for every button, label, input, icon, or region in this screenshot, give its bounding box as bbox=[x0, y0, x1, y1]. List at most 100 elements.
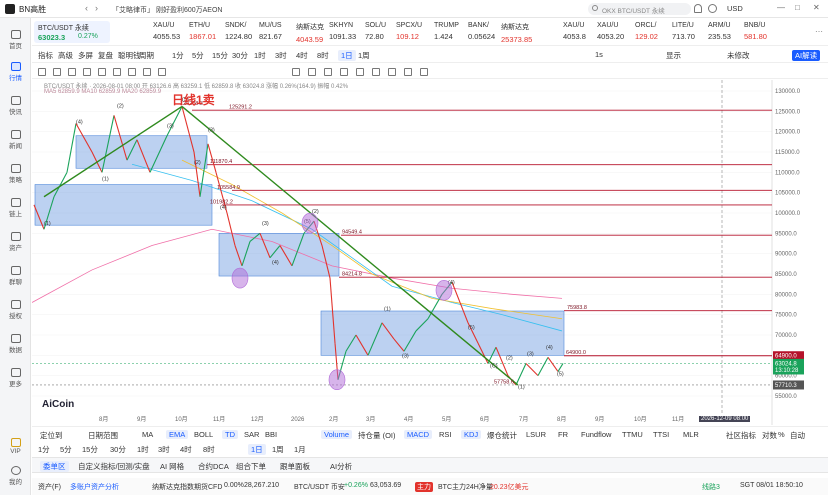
text-icon[interactable] bbox=[68, 68, 76, 76]
indicator-13[interactable]: FR bbox=[558, 430, 568, 439]
toolbar-item-5[interactable]: 周期 bbox=[139, 50, 154, 61]
indicator-3[interactable]: TD bbox=[222, 430, 238, 439]
indicator-11[interactable]: 爆仓统计 bbox=[487, 430, 517, 441]
rail-market[interactable]: 行情 bbox=[0, 62, 31, 82]
bottom-tab-3[interactable]: 合约DCA bbox=[198, 461, 229, 472]
notice-banner[interactable]: 「艾略律币」 刚好盈利600万AEON bbox=[112, 5, 222, 15]
rail-authorize[interactable]: 授权 bbox=[0, 300, 31, 320]
toolbar-item-12[interactable]: 4时 bbox=[296, 50, 308, 61]
forward-icon[interactable]: › bbox=[95, 3, 98, 13]
toolbar-item-11[interactable]: 3时 bbox=[275, 50, 287, 61]
brush-icon[interactable] bbox=[158, 68, 166, 76]
indicator-4[interactable]: SAR bbox=[244, 430, 259, 439]
toolbar-item-2[interactable]: 多屏 bbox=[78, 50, 93, 61]
bottom-tab-1[interactable]: 自定义指标/回测/实盘 bbox=[78, 461, 150, 472]
indicator-9[interactable]: RSI bbox=[439, 430, 452, 439]
redo-icon[interactable] bbox=[420, 68, 428, 76]
filter-icon[interactable] bbox=[388, 68, 396, 76]
ticker-item[interactable]: LITE/U 713.70 bbox=[672, 22, 695, 41]
bottom-tab-4[interactable]: 组合下单 bbox=[236, 461, 266, 472]
period-5[interactable]: 3时 bbox=[158, 444, 170, 455]
indicator-8[interactable]: MACD bbox=[404, 430, 433, 439]
toolbar-item-14[interactable]: 1日 bbox=[338, 50, 356, 61]
lock-icon[interactable] bbox=[324, 68, 332, 76]
ruler-icon[interactable] bbox=[292, 68, 300, 76]
price-chart[interactable]: 130000.0 125000.0 120000.0 115000.0 110000.0… bbox=[31, 80, 828, 425]
rail-assets[interactable]: 资产 bbox=[0, 232, 31, 252]
ticker-item[interactable]: BNB/U 581.80 bbox=[744, 22, 767, 41]
countdown-select[interactable]: 1s bbox=[595, 50, 603, 59]
period-2[interactable]: 15分 bbox=[82, 444, 98, 455]
main-force-text[interactable]: BTC主力24H净量 bbox=[438, 482, 493, 492]
search-input[interactable]: OKX BTC/USDT 永续 bbox=[602, 5, 665, 15]
toolbar-item-3[interactable]: 复盘 bbox=[98, 50, 113, 61]
period-3[interactable]: 30分 bbox=[110, 444, 126, 455]
undo-icon[interactable] bbox=[404, 68, 412, 76]
asset-label[interactable]: 资产(F) bbox=[38, 482, 61, 492]
rail-onchain[interactable]: 链上 bbox=[0, 198, 31, 218]
indicator-12[interactable]: LSUR bbox=[526, 430, 546, 439]
indicator-14[interactable]: Fundflow bbox=[581, 430, 611, 439]
period-4[interactable]: 1时 bbox=[137, 444, 149, 455]
ticker-item[interactable]: 纳斯达克 25373.85 bbox=[501, 22, 532, 44]
period-6[interactable]: 4时 bbox=[180, 444, 192, 455]
ticker-item[interactable]: SKHYN 1091.33 bbox=[329, 22, 356, 41]
period-0[interactable]: 1分 bbox=[38, 444, 50, 455]
trash-icon[interactable] bbox=[356, 68, 364, 76]
ticker-item[interactable]: SOL/U 72.80 bbox=[365, 22, 386, 41]
ticker-item[interactable]: SNDK/1224.80 bbox=[225, 22, 252, 41]
candlestick-chart[interactable]: 130000.0 125000.0 120000.0 115000.0 110000.0… bbox=[31, 80, 828, 425]
indicator-left-0[interactable]: 定位到 bbox=[40, 430, 63, 441]
settings-icon[interactable] bbox=[708, 4, 717, 13]
toolbar-item-13[interactable]: 8时 bbox=[317, 50, 329, 61]
bottom-tab-0[interactable]: 委单区 bbox=[40, 461, 69, 472]
minimize-button[interactable]: — bbox=[777, 3, 785, 12]
indicator-17[interactable]: MLR bbox=[683, 430, 699, 439]
indicator-7[interactable]: 持仓量 (OI) bbox=[358, 430, 396, 441]
period-8[interactable]: 1日 bbox=[248, 444, 266, 455]
ai-interpret-button[interactable]: AI解读 bbox=[792, 50, 821, 61]
line-status[interactable]: 线路3 bbox=[702, 482, 720, 492]
bottom-tab-5[interactable]: 跟单面板 bbox=[280, 461, 310, 472]
ticker-item[interactable]: TRUMP 1.424 bbox=[434, 22, 459, 41]
rail-more[interactable]: 更多 bbox=[0, 368, 31, 388]
bottom-tab-6[interactable]: AI分析 bbox=[330, 461, 352, 472]
period-10[interactable]: 1月 bbox=[294, 444, 306, 455]
ray-icon[interactable] bbox=[98, 68, 106, 76]
rail-vip[interactable]: VIP bbox=[0, 438, 31, 455]
cursor-icon[interactable] bbox=[38, 68, 46, 76]
rail-data[interactable]: 数据 bbox=[0, 334, 31, 354]
indicator-right-1[interactable]: 对数 bbox=[762, 430, 777, 441]
line-icon[interactable] bbox=[83, 68, 91, 76]
period-1[interactable]: 5分 bbox=[60, 444, 72, 455]
magnet-icon[interactable] bbox=[308, 68, 316, 76]
indicator-right-0[interactable]: 社区指标 bbox=[726, 430, 756, 441]
nasdaq-cfd-label[interactable]: 纳斯达克指数期货CFD bbox=[152, 482, 222, 492]
rail-flash-news[interactable]: 快讯 bbox=[0, 96, 31, 116]
rail-group-chat[interactable]: 群聊 bbox=[0, 266, 31, 286]
rail-profile[interactable]: 我的 bbox=[0, 466, 31, 486]
pattern-icon[interactable] bbox=[143, 68, 151, 76]
indicator-5[interactable]: BBI bbox=[265, 430, 277, 439]
ticker-item[interactable]: ETH/U 1867.01 bbox=[189, 22, 216, 41]
indicator-6[interactable]: Volume bbox=[321, 430, 353, 439]
indicator-right-2[interactable]: % bbox=[778, 430, 785, 439]
layout-status[interactable]: 未修改 bbox=[727, 50, 750, 61]
notification-icon[interactable] bbox=[694, 4, 702, 13]
ticker-item[interactable]: 纳斯达克 4043.59 bbox=[296, 22, 324, 44]
toolbar-item-1[interactable]: 高级 bbox=[58, 50, 73, 61]
toolbar-item-10[interactable]: 1时 bbox=[254, 50, 266, 61]
rail-home[interactable]: 首页 bbox=[0, 30, 31, 50]
channel-icon[interactable] bbox=[113, 68, 121, 76]
measure-icon[interactable] bbox=[372, 68, 380, 76]
back-icon[interactable]: ‹ bbox=[85, 3, 88, 13]
period-7[interactable]: 8时 bbox=[203, 444, 215, 455]
toolbar-item-9[interactable]: 30分 bbox=[232, 50, 248, 61]
currency-select[interactable]: USD bbox=[727, 4, 743, 13]
maximize-button[interactable]: □ bbox=[795, 3, 800, 12]
period-9[interactable]: 1周 bbox=[272, 444, 284, 455]
ticker-item[interactable]: MU/US 821.67 bbox=[259, 22, 282, 41]
indicator-16[interactable]: TTSI bbox=[653, 430, 669, 439]
toolbar-item-6[interactable]: 1分 bbox=[172, 50, 184, 61]
cross-icon[interactable] bbox=[53, 68, 61, 76]
